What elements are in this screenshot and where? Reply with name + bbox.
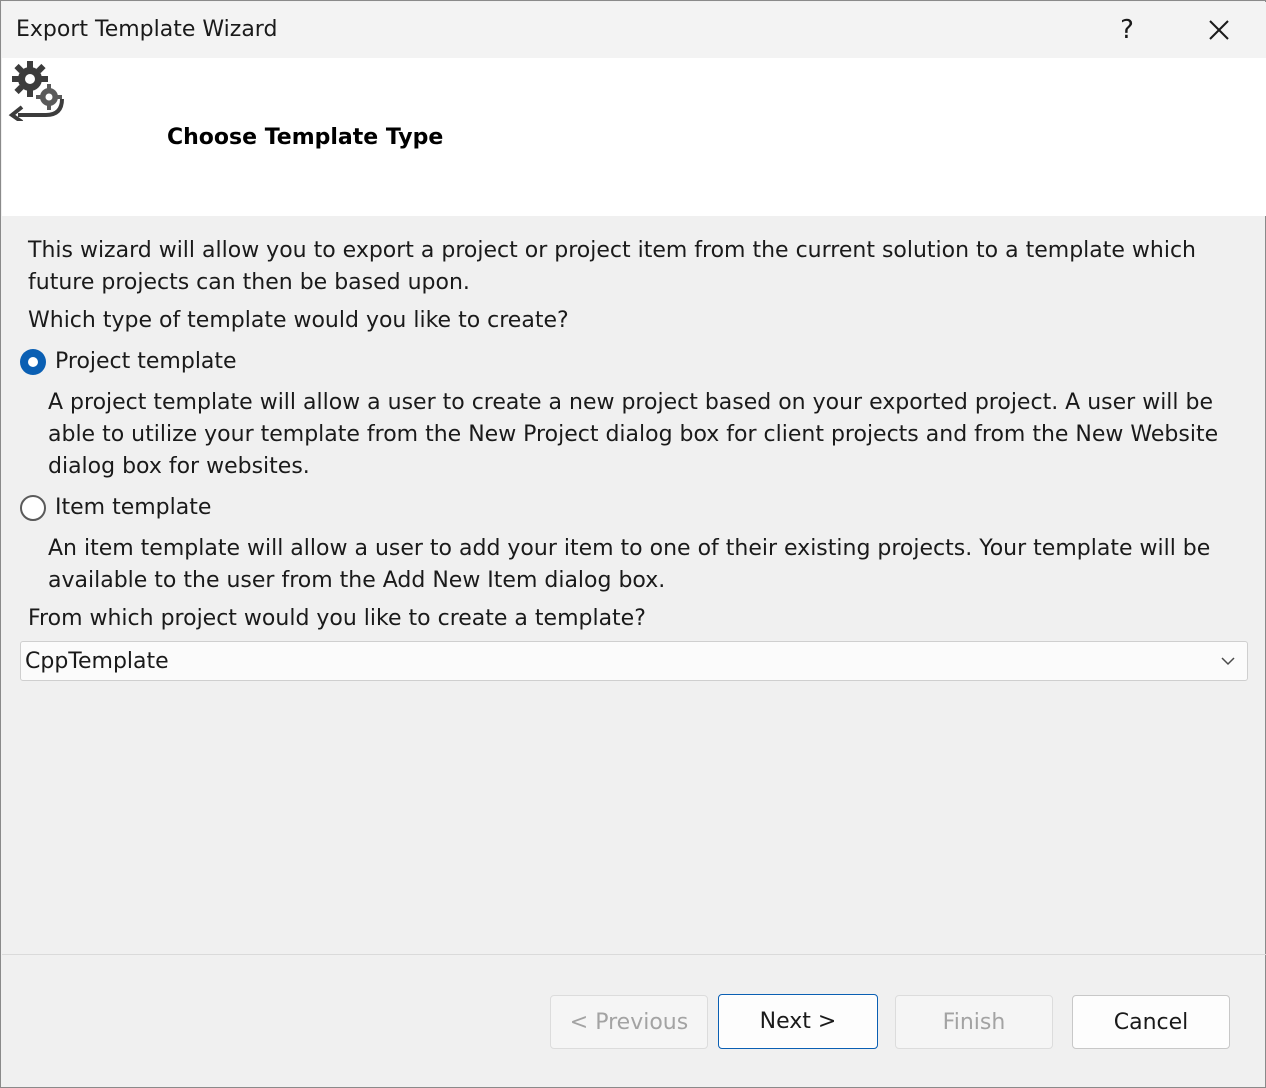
export-template-wizard-dialog: Export Template Wizard ? Choose Template… (0, 0, 1266, 1088)
item-template-label[interactable]: Item template (55, 492, 211, 524)
next-button[interactable]: Next > (718, 994, 878, 1049)
item-template-description: An item template will allow a user to ad… (48, 536, 1211, 593)
project-template-radio[interactable] (20, 349, 46, 375)
wizard-header-banner: Choose Template Type (2, 58, 1266, 216)
close-button[interactable] (1174, 4, 1264, 56)
cancel-button[interactable]: Cancel (1072, 995, 1230, 1049)
project-template-label[interactable]: Project template (55, 346, 237, 378)
intro-text: This wizard will allow you to export a p… (28, 238, 1196, 295)
window-title: Export Template Wizard (16, 17, 278, 42)
template-type-question: Which type of template would you like to… (28, 308, 569, 333)
item-template-radio[interactable] (20, 495, 46, 521)
project-select[interactable]: CppTemplate (20, 641, 1248, 681)
previous-button[interactable]: < Previous (550, 995, 708, 1049)
project-template-description: A project template will allow a user to … (48, 390, 1219, 479)
help-button[interactable]: ? (1082, 4, 1172, 56)
gear-arrow-icon (8, 61, 64, 121)
finish-button[interactable]: Finish (895, 995, 1053, 1049)
title-bar: Export Template Wizard ? (2, 2, 1266, 58)
chevron-down-icon (1221, 657, 1235, 666)
help-icon: ? (1120, 15, 1134, 45)
close-icon (1209, 20, 1229, 40)
footer-divider (2, 954, 1266, 955)
project-question: From which project would you like to cre… (28, 606, 646, 631)
page-title: Choose Template Type (167, 125, 444, 150)
project-select-value: CppTemplate (25, 649, 169, 674)
